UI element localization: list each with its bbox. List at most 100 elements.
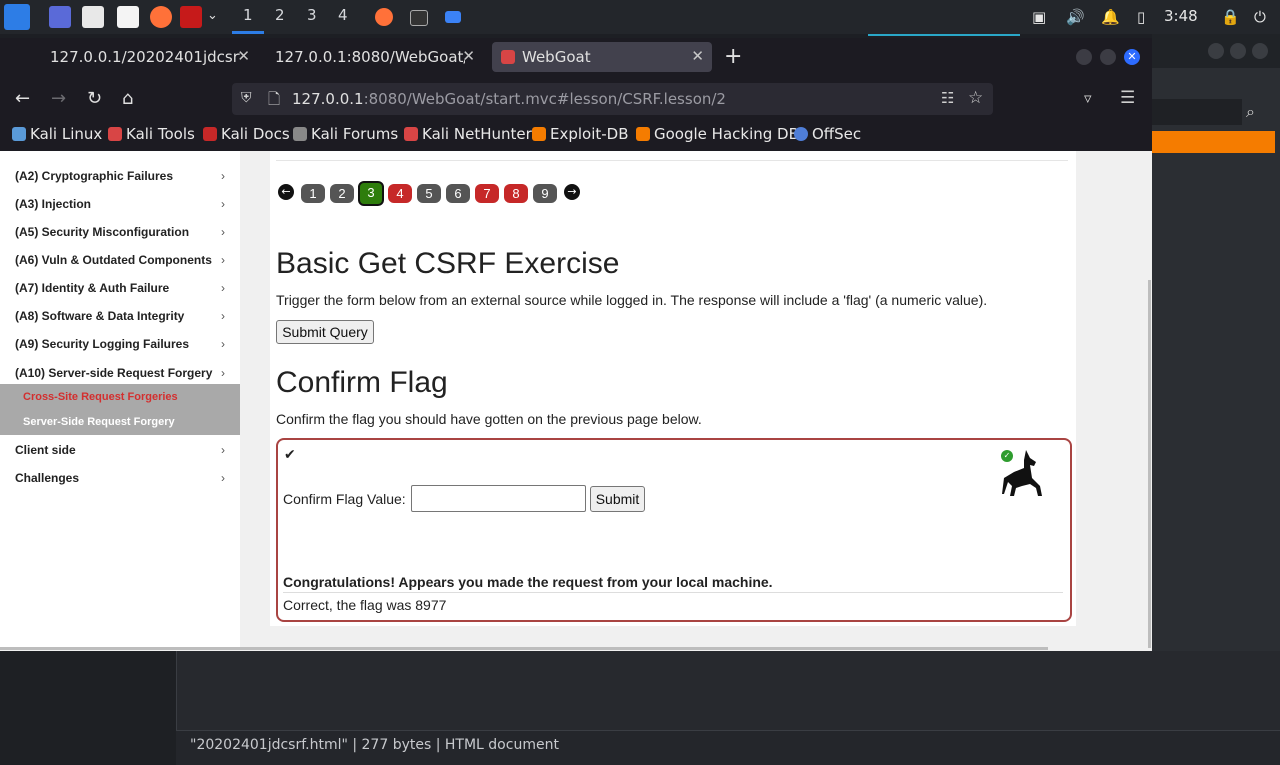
close-icon[interactable]: ✕	[462, 47, 475, 65]
folder-window-icon[interactable]	[445, 11, 461, 23]
network-graph	[868, 22, 1020, 36]
back-icon[interactable]: ←	[15, 88, 30, 109]
sidebar-item-a9[interactable]: (A9) Security Logging Failures ›	[15, 337, 225, 351]
minimize-button[interactable]	[1076, 49, 1092, 65]
sidebar-item-challenges[interactable]: Challenges ›	[15, 471, 225, 485]
confirm-description: Confirm the flag you should have gotten …	[276, 411, 702, 427]
page-6[interactable]: 6	[446, 184, 470, 203]
bookmark-google-hacking-db[interactable]: Google Hacking DB	[636, 125, 799, 143]
bookmark-star-icon[interactable]: ☆	[968, 88, 983, 108]
maximize-button[interactable]	[1100, 49, 1116, 65]
sidebar-item-a8[interactable]: (A8) Software & Data Integrity ›	[15, 309, 225, 323]
attack-container	[276, 438, 1072, 622]
sidebar-item-a7[interactable]: (A7) Identity & Auth Failure ›	[15, 281, 225, 295]
kali-menu-icon[interactable]	[4, 4, 30, 30]
flag-input[interactable]	[411, 485, 586, 512]
terminal-window-icon[interactable]	[410, 10, 428, 26]
flag-label: Confirm Flag Value:	[283, 491, 406, 507]
sidebar-item-a10[interactable]: (A10) Server-side Request Forgery ›	[15, 366, 225, 380]
tab-csrf-html[interactable]: 127.0.0.1/20202401jdcsrf.html✕	[40, 42, 258, 72]
desktop-icon[interactable]	[49, 6, 71, 28]
reload-icon[interactable]: ↻	[87, 88, 102, 109]
feedback-divider	[283, 592, 1063, 593]
firefox-icon[interactable]	[150, 6, 172, 28]
heading-basic-get-csrf: Basic Get CSRF Exercise	[276, 247, 620, 280]
volume-icon[interactable]: 🔊	[1066, 8, 1085, 26]
reader-view-icon[interactable]: ☷	[941, 89, 954, 107]
vertical-scrollbar[interactable]	[1148, 280, 1151, 648]
page-9[interactable]: 9	[533, 184, 557, 203]
congrats-message: Congratulations! Appears you made the re…	[283, 574, 773, 590]
pocket-icon[interactable]: ▿	[1084, 89, 1092, 107]
chevron-down-icon[interactable]: ⌄	[207, 8, 218, 23]
next-page-icon[interactable]: →	[564, 184, 580, 200]
prev-page-icon[interactable]: ←	[278, 184, 294, 200]
close-icon[interactable]: ✕	[237, 47, 250, 65]
page-4[interactable]: 4	[388, 184, 412, 203]
page-3[interactable]: 3	[358, 181, 384, 206]
workspace-4[interactable]: 4	[338, 6, 348, 24]
page-7[interactable]: 7	[475, 184, 499, 203]
bookmark-kali-linux[interactable]: Kali Linux	[12, 125, 102, 143]
webgoat-wolf-icon	[1002, 450, 1042, 496]
checkmark-icon: ✔	[284, 447, 296, 463]
submit-query-button[interactable]: Submit Query	[276, 320, 374, 344]
bookmark-exploit-db[interactable]: Exploit-DB	[532, 125, 629, 143]
workspace-1[interactable]: 1	[243, 6, 253, 24]
close-icon[interactable]: ✕	[691, 47, 704, 65]
bookmark-kali-tools[interactable]: Kali Tools	[108, 125, 195, 143]
sidebar-subitem-csrf[interactable]: Cross-Site Request Forgeries	[23, 391, 178, 403]
workspace-3[interactable]: 3	[307, 6, 317, 24]
submit-flag-button[interactable]: Submit	[590, 486, 645, 512]
workspace-indicator	[232, 31, 264, 34]
horizontal-scrollbar[interactable]	[0, 647, 1048, 650]
battery-icon: ▯	[1137, 8, 1146, 26]
firefox-window-icon[interactable]	[375, 8, 393, 26]
power-icon[interactable]: ⏻	[1254, 8, 1266, 26]
workspace-2[interactable]: 2	[275, 6, 285, 24]
lock-icon[interactable]: 🔒	[1221, 8, 1240, 26]
menu-icon[interactable]: ☰	[1120, 88, 1135, 108]
sidebar-item-a5[interactable]: (A5) Security Misconfiguration ›	[15, 225, 225, 239]
forward-icon[interactable]: →	[51, 88, 66, 109]
page-8[interactable]: 8	[504, 184, 528, 203]
sidebar-item-a6[interactable]: (A6) Vuln & Outdated Components ›	[15, 253, 225, 267]
text-editor-icon[interactable]	[117, 6, 139, 28]
page-1[interactable]: 1	[301, 184, 325, 203]
bookmark-kali-nethunter[interactable]: Kali NetHunter	[404, 125, 532, 143]
new-tab-button[interactable]: +	[724, 44, 742, 69]
flag-result: Correct, the flag was 8977	[283, 597, 447, 613]
search-icon[interactable]: ⌕	[1246, 102, 1255, 122]
content-divider	[276, 160, 1068, 161]
heading-confirm-flag: Confirm Flag	[276, 366, 448, 399]
url-text[interactable]: 127.0.0.1:8080/WebGoat/start.mvc#lesson/…	[292, 90, 726, 108]
tab-webgoat-csrf[interactable]: 127.0.0.1:8080/WebGoat/csrf✕	[265, 42, 483, 72]
shield-icon[interactable]: ⛨	[241, 90, 252, 106]
clock: 3:48	[1164, 7, 1198, 25]
tab-webgoat-active[interactable]: WebGoat ✕	[492, 42, 712, 72]
sidebar-item-a2[interactable]: (A2) Cryptographic Failures ›	[15, 169, 225, 183]
bookmark-offsec[interactable]: OffSec	[794, 125, 861, 143]
screen-icon[interactable]: ▣	[1032, 8, 1046, 26]
sidebar-subitem-ssrf[interactable]: Server-Side Request Forgery	[23, 416, 175, 428]
page-icon: 🗋	[268, 90, 281, 108]
notifications-icon[interactable]: 🔔	[1101, 8, 1120, 26]
terminal-red-icon[interactable]	[180, 6, 202, 28]
sidebar-item-client-side[interactable]: Client side ›	[15, 443, 225, 457]
background-highlight-bar	[1152, 131, 1275, 153]
file-manager-sidepane	[0, 651, 177, 764]
background-search-bar	[1152, 99, 1242, 125]
bookmark-kali-docs[interactable]: Kali Docs	[203, 125, 290, 143]
files-icon[interactable]	[82, 6, 104, 28]
page-2[interactable]: 2	[330, 184, 354, 203]
bookmark-kali-forums[interactable]: Kali Forums	[293, 125, 398, 143]
background-window-titlebar	[1152, 34, 1280, 68]
page-5[interactable]: 5	[417, 184, 441, 203]
webgoat-favicon	[501, 50, 515, 64]
top-taskbar: ⌄ 1 2 3 4 ▣ 🔊 🔔 ▯ 3:48 🔒 ⏻	[0, 0, 1280, 36]
sidebar-item-a3[interactable]: (A3) Injection ›	[15, 197, 225, 211]
exercise-description: Trigger the form below from an external …	[276, 292, 988, 308]
close-window-button[interactable]: ✕	[1124, 49, 1140, 65]
file-status-text: "20202401jdcsrf.html" | 277 bytes | HTML…	[190, 737, 559, 753]
home-icon[interactable]: ⌂	[122, 88, 133, 109]
